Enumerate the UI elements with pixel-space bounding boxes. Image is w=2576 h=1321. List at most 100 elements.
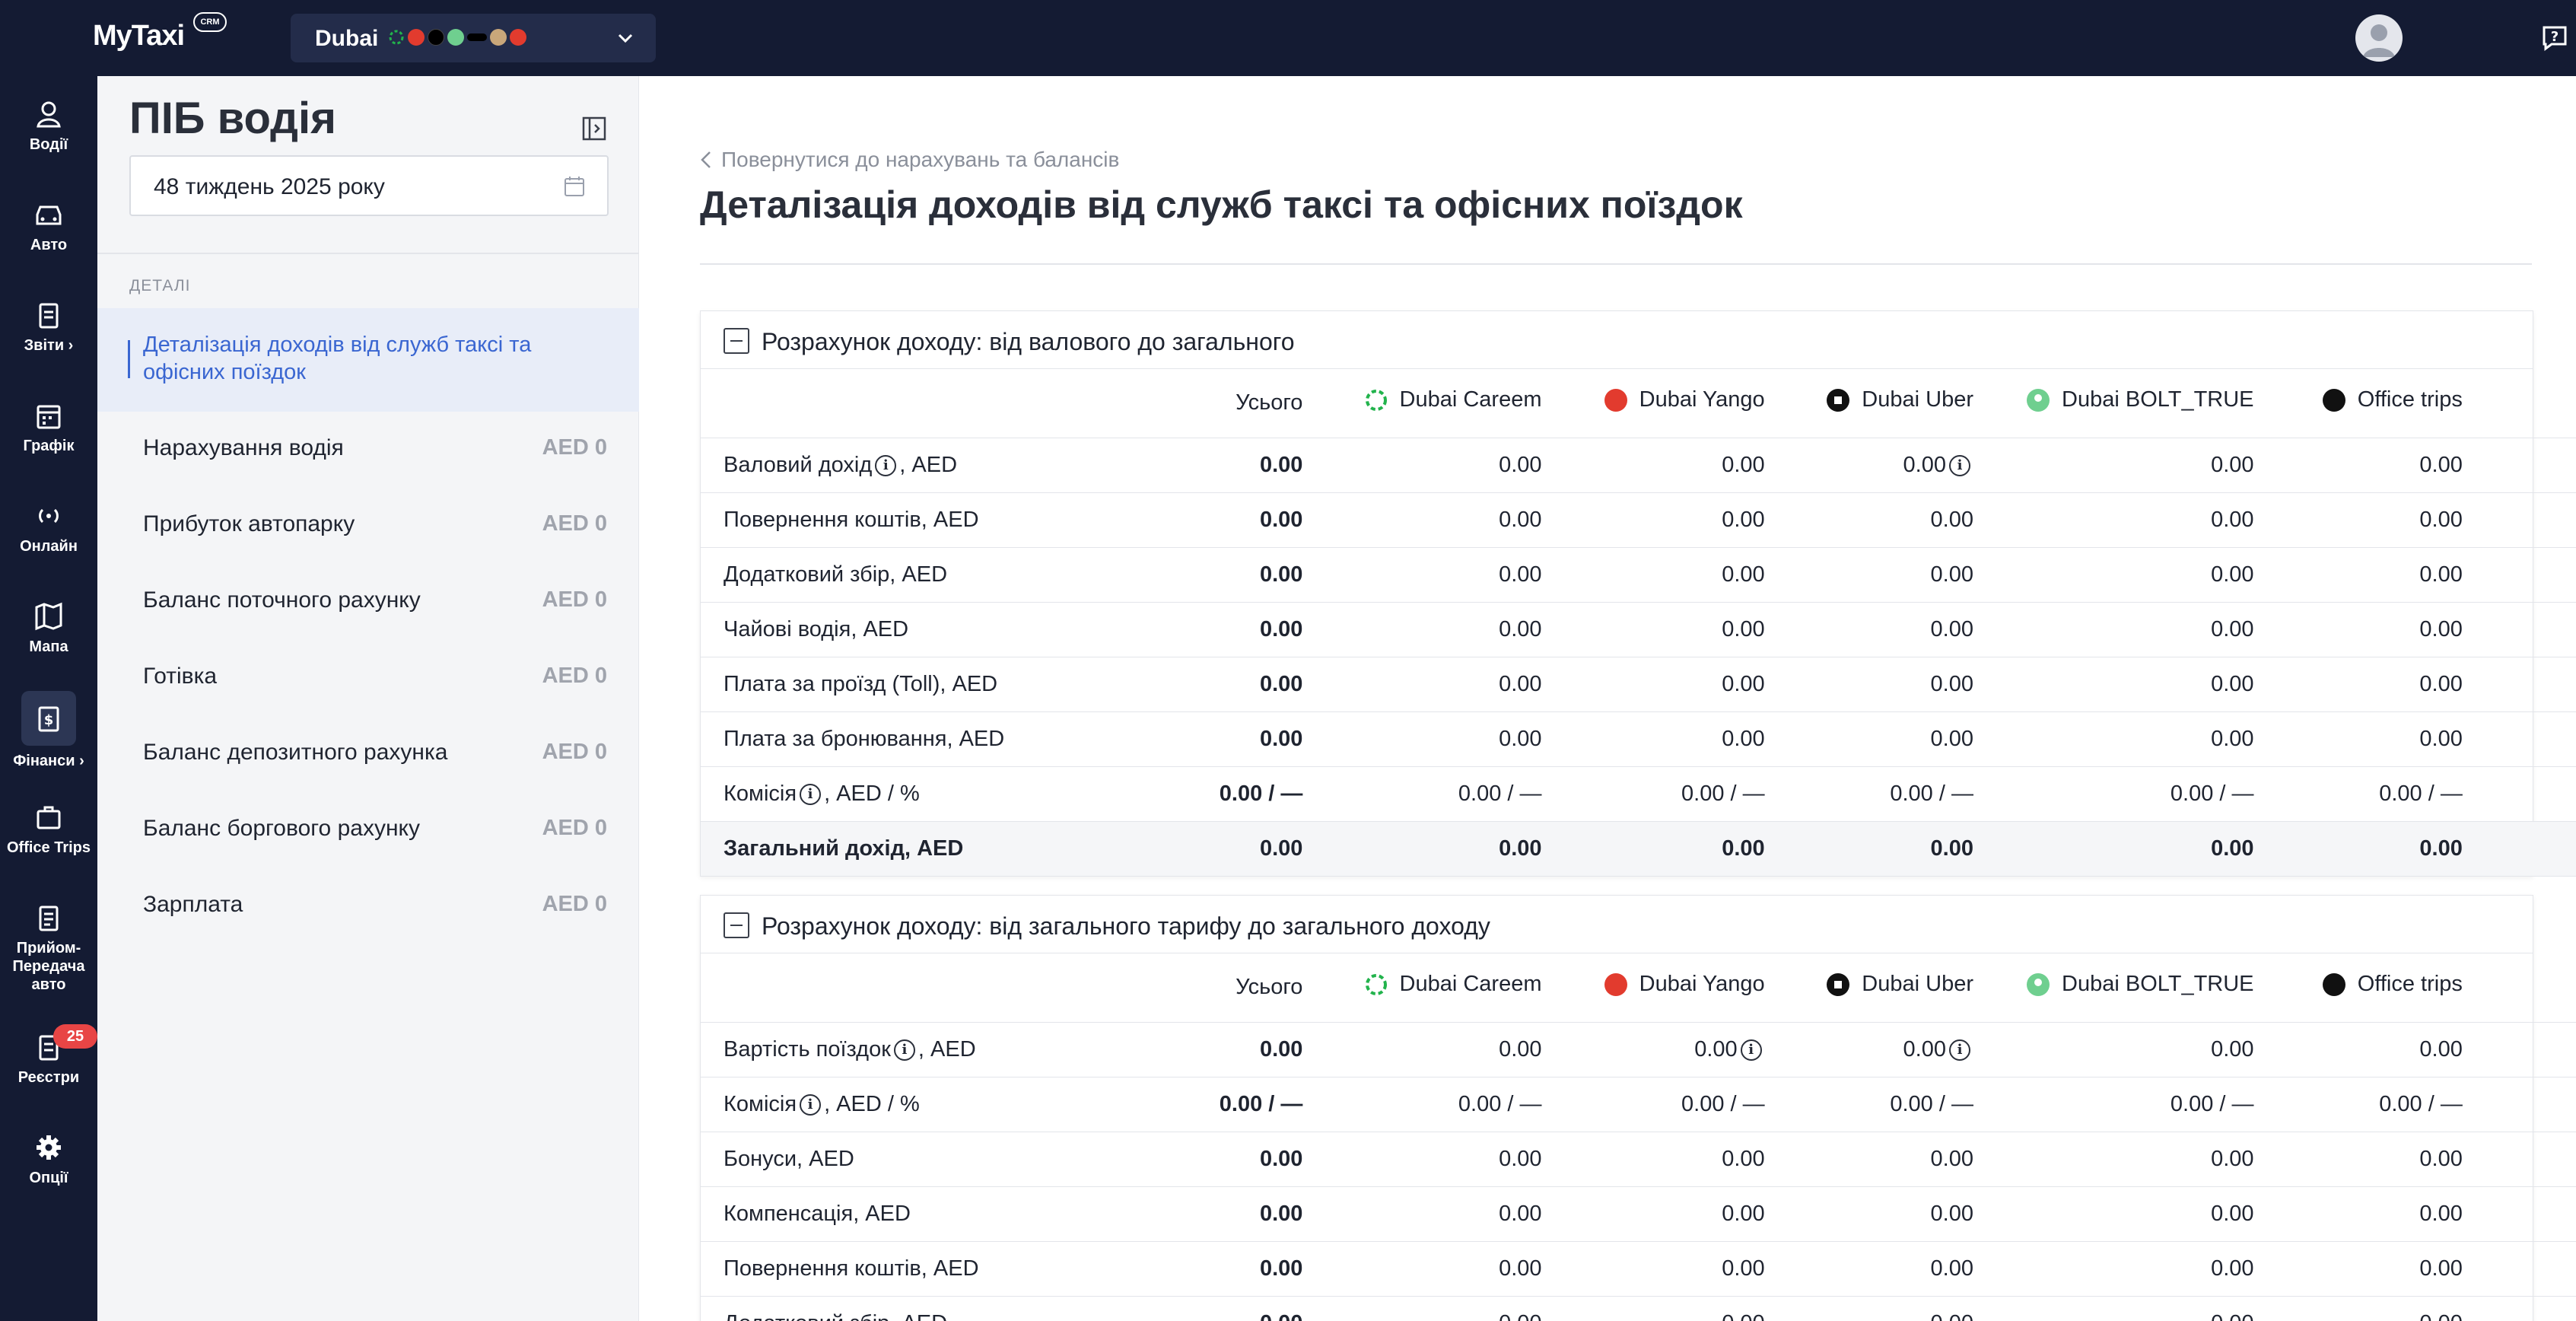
collapse-sidebar-icon[interactable]	[581, 116, 607, 142]
service-name: Office trips	[2357, 972, 2463, 997]
nav-cars[interactable]: Авто	[0, 199, 97, 254]
nav-drivers[interactable]: Водії	[0, 99, 97, 154]
sidebar-item-deposit-balance[interactable]: Баланс депозитного рахунка AED 0	[97, 724, 639, 785]
row-total-value: 0.00	[1178, 711, 1318, 767]
row-label-text: Плата за бронювання, AED	[724, 726, 1005, 751]
sidebar-item-current-balance[interactable]: Баланс поточного рахунку AED 0	[97, 572, 639, 633]
nav-options[interactable]: Опції	[0, 1132, 97, 1187]
section-collapse-toggle[interactable]	[724, 912, 749, 938]
info-icon[interactable]: i	[800, 783, 822, 805]
info-icon[interactable]: i	[1948, 1039, 1970, 1061]
city-select[interactable]: Dubai	[291, 14, 656, 62]
row-service-value: 0.00	[1557, 1241, 1780, 1297]
sidebar-item-salary[interactable]: Зарплата AED 0	[97, 877, 639, 937]
column-header-service[interactable]: Dubai BOLT_TRUE	[1988, 369, 2269, 438]
back-link[interactable]: Повернутися до нарахувань та балансів	[700, 148, 1119, 172]
svg-text:$: $	[44, 712, 54, 728]
sidebar-item-label: Зарплата	[143, 892, 243, 917]
column-header-label	[701, 369, 1179, 438]
cell-value: 0.00 / —	[1458, 781, 1542, 806]
cell-value: 0.00	[2419, 562, 2463, 587]
column-header-service[interactable]: Dubai Yango	[1557, 953, 1780, 1023]
sidebar-item-income-details[interactable]: Деталізація доходів від служб таксі та о…	[97, 308, 639, 412]
nav-reports[interactable]: Звіти ›	[0, 300, 97, 355]
row-service-value: 0.00	[1318, 1022, 1557, 1077]
column-header-service[interactable]: Dubai Careem	[1318, 953, 1557, 1023]
row-label: Загальний дохід, AED	[701, 821, 1179, 877]
sidebar-item-amount: AED 0	[542, 511, 607, 536]
row-service-value: 0.00	[1988, 711, 2269, 767]
sidebar-item-cash[interactable]: Готівка AED 0	[97, 648, 639, 709]
nav-map-label: Мапа	[29, 638, 68, 655]
uber-icon	[1827, 388, 1850, 412]
app-logo[interactable]: MyTaxi	[93, 20, 185, 53]
sidebar-item-label: Прибуток автопарку	[143, 511, 355, 536]
row-service-value: 0.00	[1988, 547, 2269, 603]
table-row: Додатковий збір, AED 0.00 0.00 0.00 0.00 0.00…	[701, 1296, 2576, 1321]
careem-icon	[389, 30, 404, 45]
column-header-service[interactable]: Dubai	[2477, 369, 2576, 438]
column-header-service[interactable]: Office trips	[2269, 369, 2478, 438]
sidebar-item-fleet-profit[interactable]: Прибуток автопарку AED 0	[97, 496, 639, 557]
service-name: Dubai BOLT_TRUE	[2062, 387, 2254, 412]
nav-online[interactable]: Онлайн	[0, 501, 97, 555]
column-header-service[interactable]: Dubai Uber	[1779, 953, 1989, 1023]
cell-value: 0.00	[2211, 1256, 2254, 1281]
column-header-service[interactable]: Dubai Careem	[1318, 369, 1557, 438]
help-icon[interactable]: ?	[2541, 24, 2568, 52]
row-service-value: 0.00	[1318, 1296, 1557, 1321]
table-row: Додатковий збір, AED 0.00 0.00 0.00 0.00 0.00…	[701, 547, 2576, 603]
nav-registries[interactable]: 25 Реєстри	[0, 1024, 97, 1087]
info-icon[interactable]: i	[1740, 1039, 1762, 1061]
cell-value: 0.00	[1722, 836, 1765, 861]
row-service-value: 0.00	[1779, 1241, 1989, 1297]
cell-value: 0.00	[2211, 616, 2254, 641]
table-row: Валовий дохід i, AED 0.00 0.00 0.00 0.00 i 0.00…	[701, 438, 2576, 493]
sidebar-item-label: Баланс поточного рахунку	[143, 587, 421, 613]
row-service-value	[2477, 657, 2576, 712]
cell-value: 0.00	[2419, 1146, 2463, 1171]
info-icon[interactable]: i	[800, 1093, 822, 1116]
divider	[700, 263, 2532, 265]
row-label-unit: , AED	[918, 1036, 976, 1062]
row-total-value: 0.00	[1178, 438, 1318, 493]
office-trips-icon	[2322, 388, 2345, 412]
nav-finance[interactable]: $ Фінанси ›	[0, 691, 97, 770]
cell-value: 0.00 / —	[1890, 1091, 1973, 1116]
column-header-service[interactable]: Dubai BOLT_TRUE	[1988, 953, 2269, 1023]
row-service-value: 0.00	[1988, 657, 2269, 712]
nav-map[interactable]: Мапа	[0, 601, 97, 656]
row-service-value	[2477, 821, 2576, 877]
column-header-service[interactable]: Dubai	[2477, 953, 2576, 1023]
column-header-total: Усього	[1178, 369, 1318, 438]
week-picker[interactable]: 48 тиждень 2025 року	[129, 155, 609, 216]
info-icon[interactable]: i	[893, 1039, 915, 1061]
row-service-value: 0.00	[1318, 1132, 1557, 1187]
nav-car-handover[interactable]: Прийом-Передача авто	[0, 902, 97, 994]
cell-value: 0.00	[1930, 671, 1973, 696]
row-label: Плата за бронювання, AED	[701, 711, 1179, 767]
column-header-service[interactable]: Office trips	[2269, 953, 2478, 1023]
sidebar-item-driver-accruals[interactable]: Нарахування водія AED 0	[97, 420, 639, 481]
avatar[interactable]	[2355, 14, 2403, 62]
row-service-value: 0.00	[1557, 821, 1780, 877]
cell-value: 0.00	[1694, 1036, 1738, 1062]
table-row: Повернення коштів, AED 0.00 0.00 0.00 0.00 0.…	[701, 492, 2576, 548]
section-collapse-toggle[interactable]	[724, 328, 749, 354]
map-icon	[35, 602, 62, 631]
cell-value: 0.00	[1930, 562, 1973, 587]
column-header-service[interactable]: Dubai Uber	[1779, 369, 1989, 438]
cell-value: 0.00	[2419, 671, 2463, 696]
cell-value: 0.00 / —	[2170, 1091, 2254, 1116]
info-icon[interactable]: i	[1948, 454, 1970, 476]
column-header-service[interactable]: Dubai Yango	[1557, 369, 1780, 438]
info-icon[interactable]: i	[875, 454, 897, 476]
nav-office-trips[interactable]: Office Trips	[0, 802, 97, 857]
sidebar-item-debt-balance[interactable]: Баланс боргового рахунку AED 0	[97, 801, 639, 861]
chevron-left-icon	[701, 151, 711, 168]
nav-schedule[interactable]: Графік	[0, 400, 97, 455]
row-service-value	[2477, 1186, 2576, 1242]
cell-value: 0.00	[2211, 1036, 2254, 1062]
row-service-value: 0.00	[1779, 547, 1989, 603]
row-total-value: 0.00	[1178, 821, 1318, 877]
